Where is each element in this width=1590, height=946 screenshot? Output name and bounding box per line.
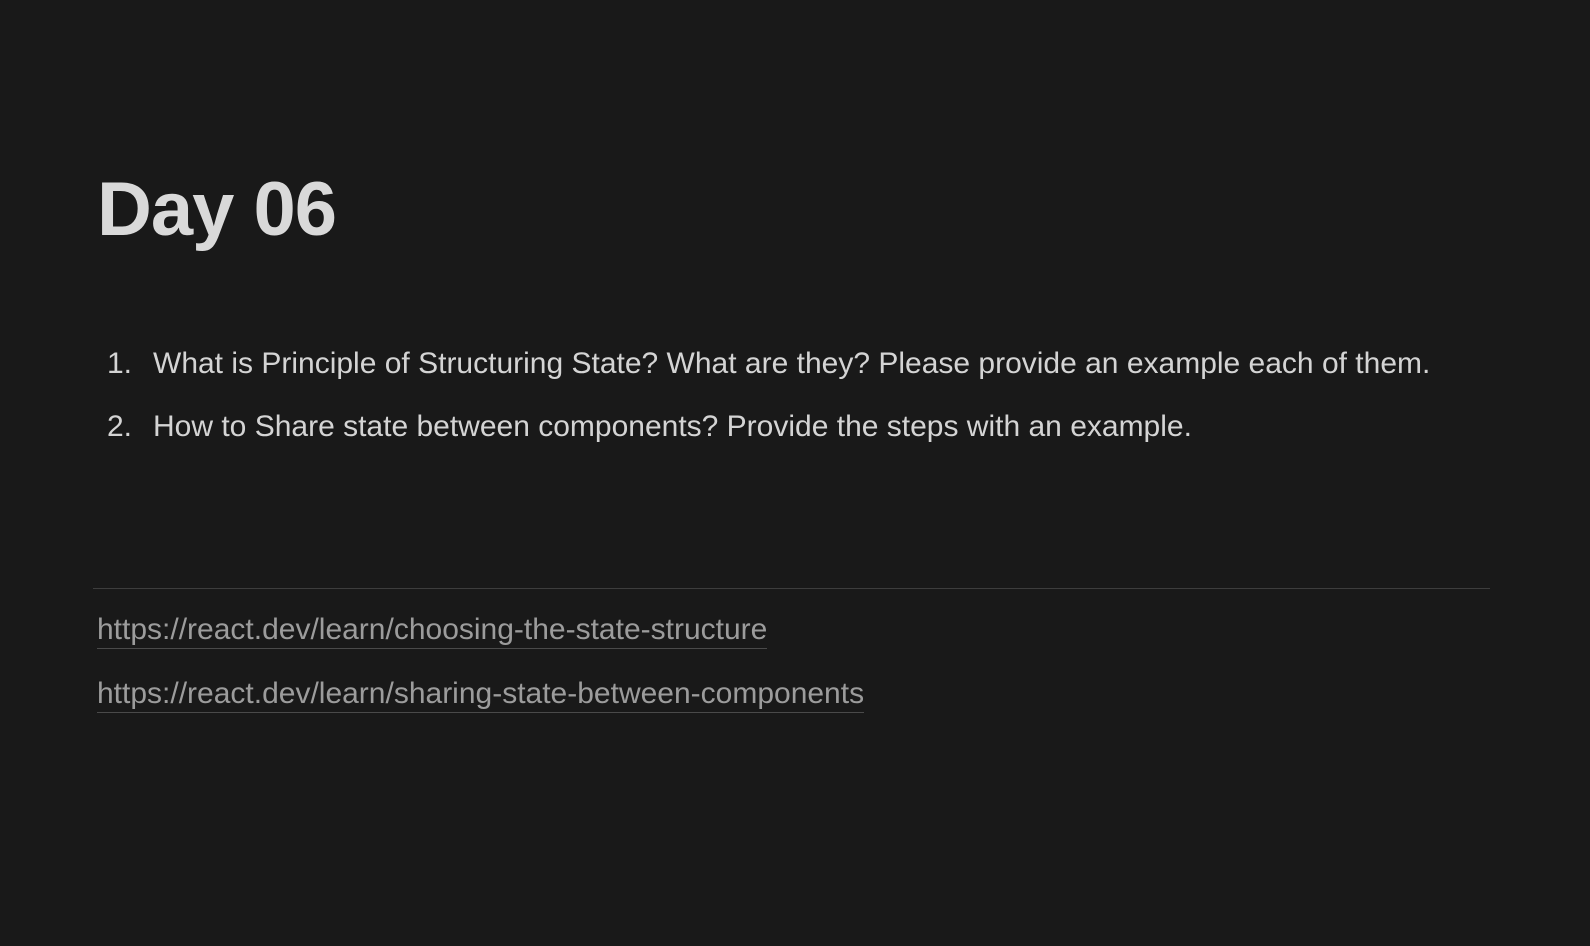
- page-title: Day 06: [97, 167, 337, 252]
- page: Day 06 1. What is Principle of Structuri…: [0, 0, 1590, 946]
- list-item-number: 1.: [107, 347, 133, 380]
- list-item-number: 2.: [107, 410, 133, 443]
- link-list: https://react.dev/learn/choosing-the-sta…: [97, 612, 865, 740]
- link-choosing-state-structure[interactable]: https://react.dev/learn/choosing-the-sta…: [97, 612, 768, 649]
- list-item: 1. What is Principle of Structuring Stat…: [97, 340, 1477, 387]
- link-sharing-state[interactable]: https://react.dev/learn/sharing-state-be…: [97, 676, 865, 713]
- list-item-text: What is Principle of Structuring State? …: [153, 347, 1431, 380]
- list-item: 2. How to Share state between components…: [97, 403, 1477, 450]
- question-list: 1. What is Principle of Structuring Stat…: [97, 340, 1477, 466]
- divider: [93, 588, 1490, 589]
- list-item-text: How to Share state between components? P…: [153, 410, 1192, 443]
